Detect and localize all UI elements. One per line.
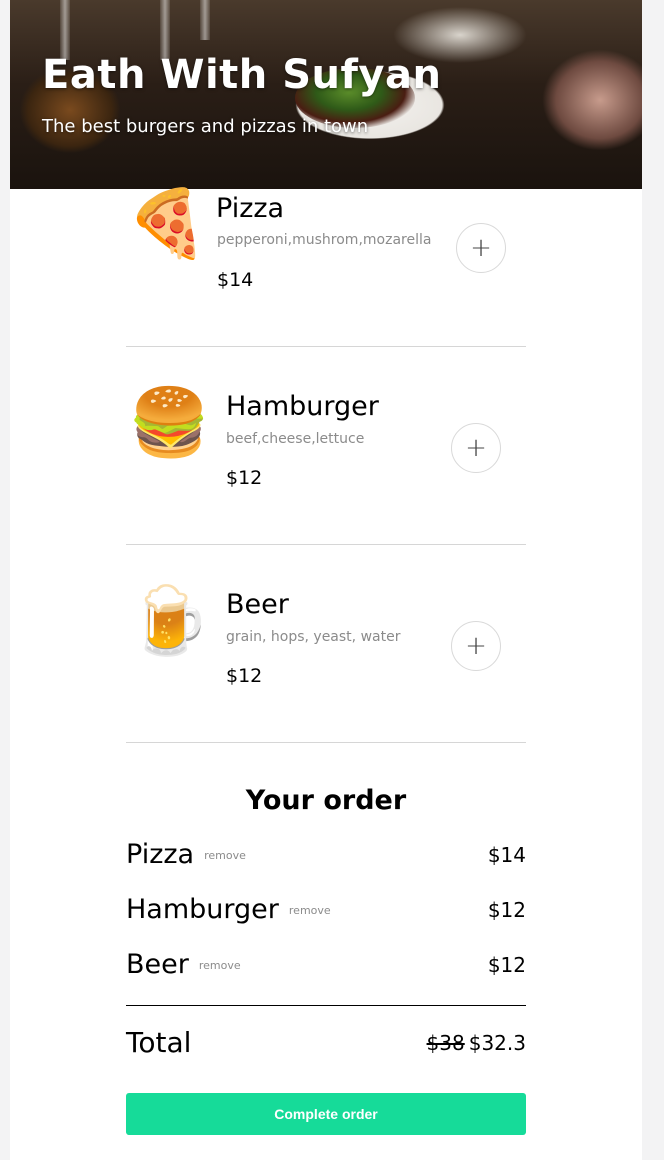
glass-decoration	[160, 0, 170, 60]
pizza-icon: 🍕	[126, 185, 209, 262]
menu-item-pizza: 🍕 Pizza pepperoni,mushrom,mozarella $14 …	[126, 189, 526, 347]
complete-order-button[interactable]: Complete order	[126, 1093, 526, 1135]
total-discounted-price: $32.3	[468, 1031, 526, 1055]
menu-item-ingredients: pepperoni,mushrom,mozarella	[217, 232, 432, 248]
order-item-name: Hamburger	[126, 894, 279, 925]
total-label: Total	[126, 1026, 192, 1059]
hero-subtitle: The best burgers and pizzas in town	[42, 116, 369, 137]
glass-decoration	[60, 0, 70, 60]
glass-decoration	[200, 0, 210, 40]
order-title: Your order	[245, 785, 407, 816]
menu-list: 🍕 Pizza pepperoni,mushrom,mozarella $14 …	[126, 189, 526, 743]
total-price: $38 $32.3	[427, 1031, 526, 1055]
order-row: Pizza remove $14	[126, 825, 526, 880]
hero-banner: Eath With Sufyan The best burgers and pi…	[10, 0, 642, 189]
total-row: Total $38 $32.3	[126, 1006, 526, 1076]
order-item-price: $12	[487, 898, 526, 922]
menu-item-price: $12	[226, 467, 263, 489]
order-item-name: Pizza	[126, 839, 195, 870]
menu-item-name: Hamburger	[226, 391, 379, 422]
add-beer-button[interactable]: +	[451, 621, 501, 671]
remove-hamburger-link[interactable]: remove	[289, 904, 331, 917]
menu-item-beer: 🍺 Beer grain, hops, yeast, water $12 +	[126, 545, 526, 743]
order-item-name: Beer	[126, 949, 189, 980]
menu-item-ingredients: beef,cheese,lettuce	[226, 431, 365, 447]
order-item-price: $12	[487, 953, 526, 977]
menu-item-price: $12	[226, 665, 263, 687]
beer-icon: 🍺	[128, 582, 211, 659]
order-summary: Your order Pizza remove $14 Hamburger remo…	[126, 785, 526, 1135]
total-original-price: $38	[426, 1031, 465, 1055]
hamburger-icon: 🍔	[128, 384, 211, 461]
menu-item-hamburger: 🍔 Hamburger beef,cheese,lettuce $12 +	[126, 347, 526, 545]
order-item: Pizza remove	[126, 839, 246, 870]
menu-item-name: Beer	[226, 589, 289, 620]
menu-item-price: $14	[217, 269, 254, 291]
order-row: Hamburger remove $12	[126, 880, 526, 935]
page-container: Eath With Sufyan The best burgers and pi…	[10, 0, 642, 1160]
remove-pizza-link[interactable]: remove	[204, 849, 246, 862]
remove-beer-link[interactable]: remove	[199, 959, 241, 972]
order-row: Beer remove $12	[126, 935, 526, 990]
order-item: Beer remove	[126, 949, 241, 980]
order-item: Hamburger remove	[126, 894, 331, 925]
hero-title: Eath With Sufyan	[42, 52, 442, 98]
order-item-price: $14	[487, 843, 526, 867]
add-pizza-button[interactable]: +	[456, 223, 506, 273]
menu-item-ingredients: grain, hops, yeast, water	[226, 629, 401, 645]
menu-item-name: Pizza	[216, 193, 285, 224]
add-hamburger-button[interactable]: +	[451, 423, 501, 473]
